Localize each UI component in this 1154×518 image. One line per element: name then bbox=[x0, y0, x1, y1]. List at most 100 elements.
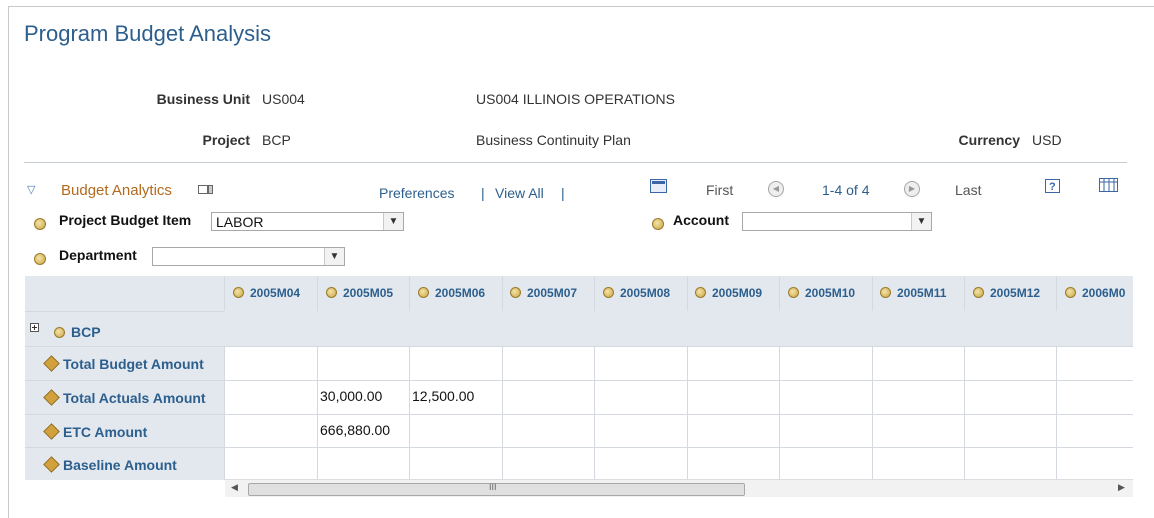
scroll-right-icon[interactable]: ▶ bbox=[1118, 482, 1125, 493]
gold-radio-icon bbox=[603, 287, 614, 298]
grid-line bbox=[317, 276, 318, 311]
grid-line bbox=[224, 346, 225, 480]
grid-line bbox=[872, 346, 873, 480]
chevron-down-icon: ▼ bbox=[324, 248, 344, 265]
gold-radio-icon bbox=[510, 287, 521, 298]
chevron-down-icon: ▼ bbox=[911, 213, 931, 230]
cube-icon bbox=[43, 456, 60, 473]
preferences-link[interactable]: Preferences bbox=[379, 185, 454, 201]
budget-analytics-header: ▽ Budget Analytics Preferences | View Al… bbox=[25, 176, 1133, 204]
budget-analytics-table: 2005M04 2005M05 2005M06 2005M07 2005M08 … bbox=[25, 276, 1133, 499]
department-radio[interactable] bbox=[34, 253, 46, 265]
period-header[interactable]: 2005M07 bbox=[510, 286, 577, 300]
grid-line bbox=[687, 276, 688, 311]
grid-line bbox=[25, 414, 1133, 415]
cube-icon bbox=[43, 423, 60, 440]
scroll-grip: III bbox=[489, 482, 497, 492]
section-divider bbox=[24, 162, 1127, 163]
grid-line bbox=[317, 346, 318, 480]
grid-line bbox=[25, 346, 1133, 347]
project-budget-item-select[interactable]: LABOR ▼ bbox=[211, 212, 404, 231]
row-label-total-budget[interactable]: Total Budget Amount bbox=[43, 355, 204, 372]
previous-icon[interactable]: ◀ bbox=[768, 181, 784, 197]
account-label: Account bbox=[673, 212, 729, 228]
gold-radio-icon bbox=[1065, 287, 1076, 298]
department-label: Department bbox=[59, 247, 137, 263]
personalize-icon[interactable] bbox=[198, 182, 214, 198]
period-header[interactable]: 2006M0 bbox=[1065, 286, 1125, 300]
grid-line bbox=[25, 380, 1133, 381]
scrollbar-thumb[interactable]: III bbox=[248, 482, 745, 496]
gold-radio-icon bbox=[973, 287, 984, 298]
period-header[interactable]: 2005M11 bbox=[880, 286, 946, 300]
grid-line bbox=[502, 346, 503, 480]
frame-border-top bbox=[8, 6, 1154, 7]
grid-line bbox=[964, 346, 965, 480]
grid-line bbox=[594, 346, 595, 480]
grid-line bbox=[25, 311, 224, 312]
grid-line bbox=[594, 276, 595, 311]
grid-line bbox=[1056, 276, 1057, 311]
view-all-link[interactable]: View All bbox=[495, 185, 544, 201]
table-cell: 666,880.00 bbox=[320, 422, 391, 438]
period-header[interactable]: 2005M12 bbox=[973, 286, 1040, 300]
period-header[interactable]: 2005M10 bbox=[788, 286, 855, 300]
frame-border-left bbox=[8, 6, 9, 518]
currency-value: USD bbox=[1032, 132, 1062, 148]
page-title: Program Budget Analysis bbox=[24, 21, 272, 46]
grid-line bbox=[872, 276, 873, 311]
business-unit-value: US004 bbox=[262, 91, 305, 107]
row-label-baseline[interactable]: Baseline Amount bbox=[43, 456, 177, 473]
row-label-total-actuals[interactable]: Total Actuals Amount bbox=[43, 389, 206, 406]
grid-line bbox=[224, 276, 225, 311]
grid-line bbox=[1056, 346, 1057, 480]
horizontal-scrollbar[interactable]: ◀ III ▶ bbox=[225, 479, 1133, 497]
cube-icon bbox=[43, 355, 60, 372]
department-select[interactable]: ▼ bbox=[152, 247, 345, 266]
grid-line bbox=[25, 447, 1133, 448]
last-link[interactable]: Last bbox=[955, 182, 981, 198]
triangle-down-icon[interactable]: ▽ bbox=[27, 183, 35, 196]
link-separator: | bbox=[481, 185, 485, 201]
calendar-icon[interactable] bbox=[650, 179, 668, 198]
currency-label: Currency bbox=[958, 132, 1020, 148]
period-header[interactable]: 2005M08 bbox=[603, 286, 670, 300]
grid-view-icon[interactable] bbox=[1099, 178, 1119, 197]
svg-text:?: ? bbox=[1049, 181, 1056, 193]
link-separator: | bbox=[561, 185, 565, 201]
project-label: Project bbox=[202, 132, 250, 148]
scroll-left-icon[interactable]: ◀ bbox=[231, 482, 238, 493]
grid-title: Budget Analytics bbox=[61, 182, 172, 199]
project-value: BCP bbox=[262, 132, 291, 148]
help-icon[interactable]: ? bbox=[1045, 179, 1061, 198]
grid-line bbox=[409, 276, 410, 311]
gold-radio-icon bbox=[695, 287, 706, 298]
period-header[interactable]: 2005M05 bbox=[326, 286, 393, 300]
table-cell: 30,000.00 bbox=[320, 388, 383, 404]
next-icon[interactable]: ▶ bbox=[904, 181, 920, 197]
period-header[interactable]: 2005M06 bbox=[418, 286, 485, 300]
business-unit-label: Business Unit bbox=[156, 91, 250, 107]
business-unit-description: US004 ILLINOIS OPERATIONS bbox=[476, 91, 675, 107]
grid-line bbox=[409, 346, 410, 480]
grid-line bbox=[779, 346, 780, 480]
account-radio[interactable] bbox=[652, 218, 664, 230]
row-label-column bbox=[25, 276, 224, 480]
project-budget-item-label: Project Budget Item bbox=[59, 212, 192, 228]
grid-line bbox=[964, 276, 965, 311]
grid-line bbox=[687, 346, 688, 480]
gold-radio-icon bbox=[418, 287, 429, 298]
project-budget-item-radio[interactable] bbox=[34, 218, 46, 230]
grid-line bbox=[502, 276, 503, 311]
gold-radio-icon bbox=[326, 287, 337, 298]
row-label-etc[interactable]: ETC Amount bbox=[43, 423, 147, 440]
bcp-row-link[interactable]: BCP bbox=[54, 324, 101, 340]
table-cell: 12,500.00 bbox=[412, 388, 475, 404]
first-link[interactable]: First bbox=[706, 182, 733, 198]
period-header[interactable]: 2005M04 bbox=[233, 286, 300, 300]
row-range: 1-4 of 4 bbox=[822, 182, 870, 198]
period-header[interactable]: 2005M09 bbox=[695, 286, 762, 300]
chevron-down-icon: ▼ bbox=[383, 213, 403, 230]
plus-box-icon[interactable] bbox=[30, 320, 40, 336]
account-select[interactable]: ▼ bbox=[742, 212, 932, 231]
